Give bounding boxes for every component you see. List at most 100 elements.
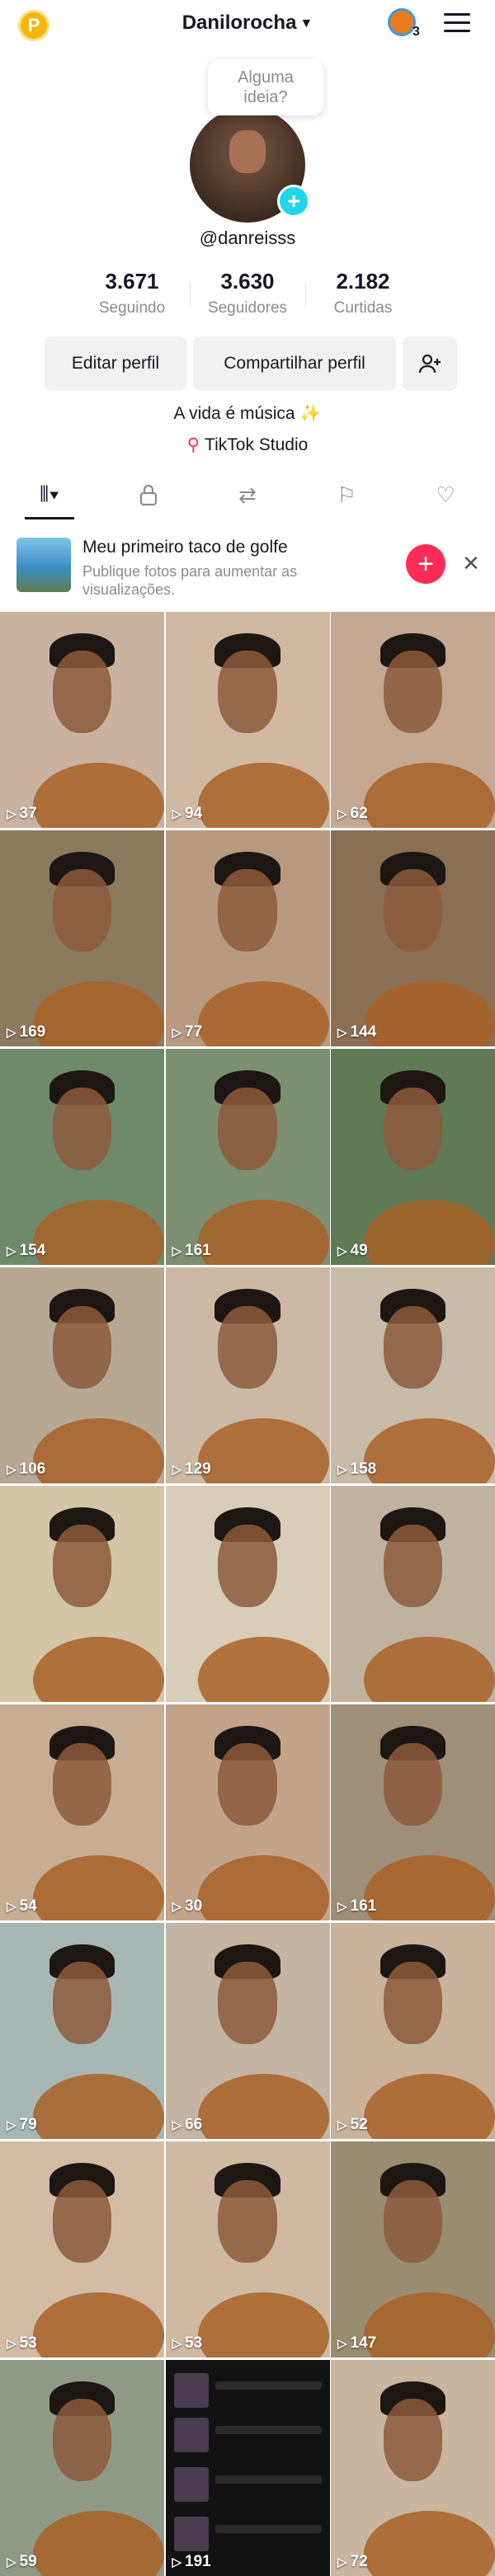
view-count-value: 53	[185, 2334, 203, 2352]
video-thumbnail[interactable]: ▷ 54	[0, 1704, 164, 1920]
thumbnail-face	[383, 1306, 443, 1389]
view-count: ▷ 161	[337, 1897, 376, 1916]
video-thumbnail[interactable]	[0, 1486, 164, 1702]
play-icon: ▷	[337, 2555, 347, 2569]
tab-liked[interactable]: ♡	[396, 470, 495, 519]
thumbnail-face	[218, 1306, 277, 1389]
video-thumbnail[interactable]: ▷ 53	[0, 2141, 164, 2357]
view-count-value: 37	[19, 805, 37, 822]
video-thumbnail[interactable]: ▷ 37	[0, 612, 164, 828]
thumbnail-face	[218, 2180, 277, 2263]
video-thumbnail[interactable]: ▷ 161	[165, 1049, 330, 1265]
album-cover	[173, 2373, 209, 2408]
video-thumbnail[interactable]: ▷ 59	[0, 2360, 164, 2576]
promo-card[interactable]: Meu primeiro taco de golfe Publique foto…	[0, 528, 495, 600]
video-thumbnail[interactable]: ▷ 154	[0, 1049, 164, 1265]
view-count: ▷ 161	[172, 1242, 211, 1260]
thumbnail-face	[383, 1088, 443, 1170]
play-icon: ▷	[172, 2118, 182, 2132]
view-count-value: 161	[185, 1242, 211, 1259]
thumbnail-face	[383, 1525, 443, 1607]
thumbnail-face	[218, 869, 277, 952]
play-icon: ▷	[337, 1900, 347, 1914]
thumbnail-face	[383, 1743, 443, 1826]
thumbnail-guitar	[363, 2511, 495, 2576]
view-count-value: 161	[350, 1897, 377, 1915]
stat-value: 3.630	[220, 269, 275, 294]
tab-videos[interactable]: ⦀▾	[0, 470, 99, 519]
view-count: ▷ 79	[7, 2116, 37, 2134]
video-thumbnail[interactable]: ▷ 144	[331, 830, 495, 1046]
thumbnail-guitar	[363, 2292, 495, 2357]
play-icon: ▷	[7, 1463, 16, 1477]
video-thumbnail[interactable]: ▷ 161	[331, 1704, 495, 1920]
thumbnail-guitar	[32, 1855, 164, 1920]
video-thumbnail[interactable]	[165, 1486, 330, 1702]
video-thumbnail[interactable]: ▷ 49	[331, 1049, 495, 1265]
tab-saved[interactable]: ⚐	[297, 470, 396, 519]
note-bubble[interactable]: Alguma ideia?	[208, 59, 323, 115]
play-icon: ▷	[7, 1244, 16, 1258]
thumbnail-face	[383, 1962, 443, 2044]
video-thumbnail[interactable]: ▷ 30	[165, 1704, 330, 1920]
thumbnail-guitar	[363, 981, 495, 1046]
view-count-value: 154	[19, 1242, 46, 1259]
account-name: Danilorocha	[182, 12, 297, 34]
notifications-button[interactable]: 3	[388, 8, 421, 41]
view-count: ▷ 49	[337, 1242, 368, 1260]
view-count-value: 62	[350, 805, 368, 822]
view-count-value: 66	[185, 2116, 203, 2133]
view-count: ▷ 52	[337, 2116, 368, 2134]
video-thumbnail[interactable]: ▷ 147	[331, 2141, 495, 2357]
video-thumbnail[interactable]: ▷ 169	[0, 830, 164, 1046]
video-thumbnail[interactable]: ▷ 191	[165, 2360, 330, 2576]
video-thumbnail[interactable]: ▷ 53	[165, 2141, 330, 2357]
video-thumbnail[interactable]: ▷ 62	[331, 612, 495, 828]
video-thumbnail[interactable]: ▷ 52	[331, 1923, 495, 2139]
avatar[interactable]: +	[190, 107, 310, 223]
play-icon: ▷	[172, 2555, 182, 2569]
thumbnail-face	[218, 651, 277, 733]
share-profile-button[interactable]: Compartilhar perfil	[193, 336, 396, 391]
video-thumbnail[interactable]: ▷ 106	[0, 1267, 164, 1483]
tiktok-studio-link[interactable]: ⚲ TikTok Studio	[0, 435, 495, 455]
stat-followers[interactable]: 3.630 Seguidores	[190, 269, 305, 322]
video-thumbnail[interactable]: ▷ 129	[165, 1267, 330, 1483]
play-icon: ▷	[172, 1026, 182, 1040]
stat-label: Seguidores	[207, 299, 288, 317]
view-count-value: 94	[185, 805, 203, 822]
tab-reposts[interactable]: ⇄	[198, 470, 297, 519]
view-count: ▷ 30	[172, 1897, 203, 1916]
thumbnail-guitar	[198, 1637, 330, 1702]
promo-add-button[interactable]: +	[406, 544, 446, 584]
view-count: ▷ 37	[7, 805, 37, 823]
view-count: ▷ 53	[172, 2334, 203, 2353]
hamburger-menu-icon[interactable]	[444, 13, 470, 36]
thumbnail-face	[383, 2399, 443, 2481]
view-count: ▷ 66	[172, 2116, 203, 2134]
stat-likes[interactable]: 2.182 Curtidas	[305, 269, 421, 322]
view-count: ▷ 59	[7, 2553, 37, 2571]
tab-private[interactable]	[99, 470, 198, 519]
view-count: ▷ 62	[337, 805, 368, 823]
edit-profile-button[interactable]: Editar perfil	[45, 336, 186, 391]
video-thumbnail[interactable]: ▷ 66	[165, 1923, 330, 2139]
account-switcher[interactable]: Danilorocha ▼	[0, 12, 495, 35]
close-icon[interactable]: ✕	[462, 551, 480, 576]
album-cover	[173, 2418, 209, 2452]
add-friend-button[interactable]	[403, 336, 457, 391]
grid-icon: ⦀▾	[39, 482, 60, 506]
video-thumbnail[interactable]: ▷ 72	[331, 2360, 495, 2576]
lock-icon	[139, 484, 158, 506]
add-story-plus-icon[interactable]: +	[277, 185, 310, 218]
thumbnail-guitar	[32, 763, 164, 828]
video-thumbnail[interactable]	[331, 1486, 495, 1702]
video-thumbnail[interactable]: ▷ 158	[331, 1267, 495, 1483]
video-thumbnail[interactable]: ▷ 77	[165, 830, 330, 1046]
video-thumbnail[interactable]: ▷ 94	[165, 612, 330, 828]
stat-following[interactable]: 3.671 Seguindo	[74, 269, 190, 322]
play-icon: ▷	[172, 2337, 182, 2351]
view-count-value: 53	[19, 2334, 37, 2352]
video-thumbnail[interactable]: ▷ 79	[0, 1923, 164, 2139]
view-count-value: 106	[19, 1460, 46, 1478]
